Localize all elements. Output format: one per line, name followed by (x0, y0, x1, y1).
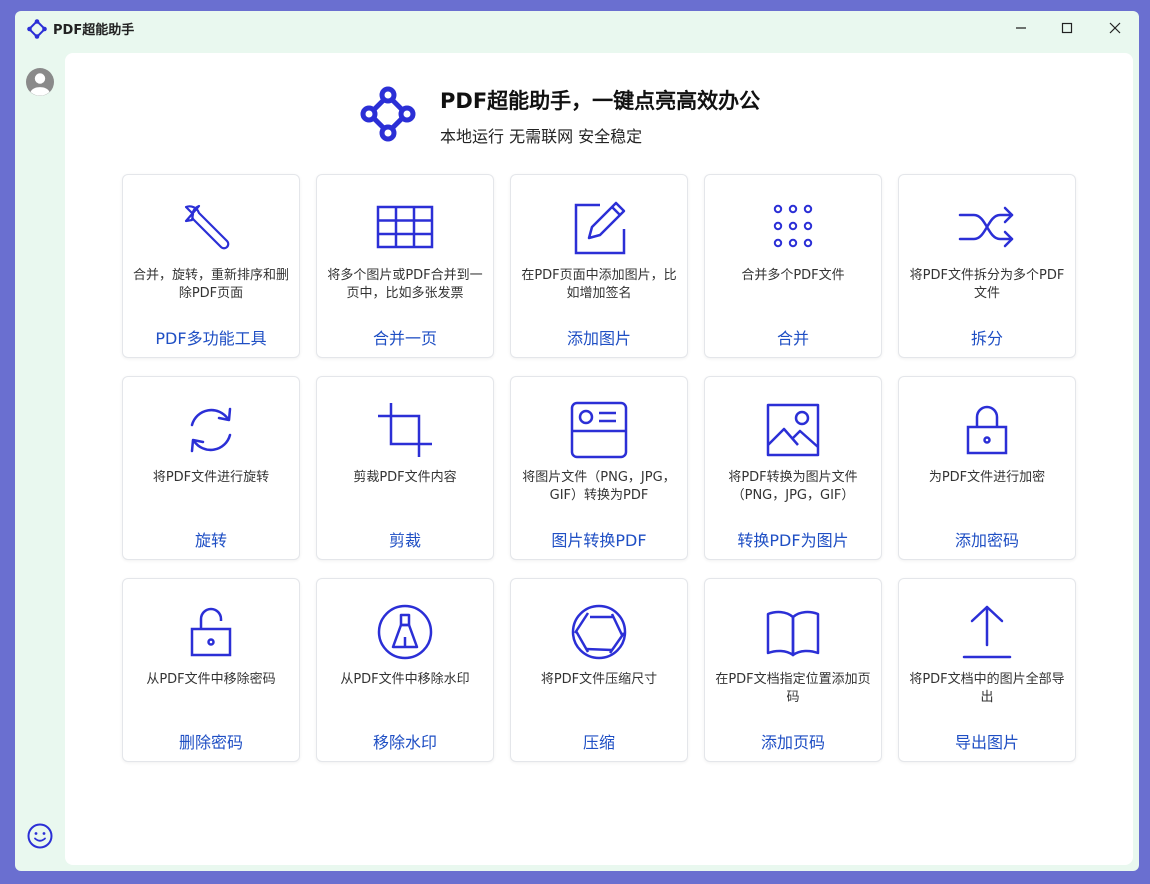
maximize-button[interactable] (1044, 11, 1090, 45)
user-avatar-icon[interactable] (25, 67, 55, 97)
dots-grid-icon (764, 199, 822, 257)
upload-icon (958, 603, 1016, 661)
tool-card-add-password[interactable]: 为PDF文件进行加密 添加密码 (898, 376, 1076, 560)
card-title: 旋转 (194, 531, 227, 550)
lock-icon (958, 401, 1016, 459)
shuffle-icon (958, 199, 1016, 257)
card-title: 添加图片 (566, 329, 631, 348)
main-panel: PDF超能助手，一键点亮高效办公 本地运行 无需联网 安全稳定 合并，旋转，重新… (65, 53, 1133, 865)
maximize-icon (1061, 22, 1073, 34)
tool-card-add-image[interactable]: 在PDF页面中添加图片，比如增加签名 添加图片 (510, 174, 688, 358)
tool-card-merge-one-page[interactable]: 将多个图片或PDF合并到一页中，比如多张发票 合并一页 (316, 174, 494, 358)
eraser-icon (376, 603, 434, 661)
card-description: 将PDF文件拆分为多个PDF文件 (909, 268, 1065, 301)
card-title: 合并 (776, 329, 809, 348)
card-title: 导出图片 (954, 733, 1019, 752)
tool-card-rotate[interactable]: 将PDF文件进行旋转 旋转 (122, 376, 300, 560)
tool-card-compress[interactable]: 将PDF文件压缩尺寸 压缩 (510, 578, 688, 762)
card-title: 删除密码 (178, 733, 243, 752)
card-title: 合并一页 (372, 329, 437, 348)
tool-card-crop[interactable]: 剪裁PDF文件内容 剪裁 (316, 376, 494, 560)
minimize-button[interactable] (998, 11, 1044, 45)
card-description: 合并，旋转，重新排序和删除PDF页面 (132, 268, 289, 301)
smiley-feedback-icon[interactable] (27, 823, 53, 849)
minimize-icon (1016, 27, 1026, 29)
tool-card-image-to-pdf[interactable]: 将图片文件（PNG，JPG，GIF）转换为PDF 图片转换PDF (510, 376, 688, 560)
tool-card-remove-password[interactable]: 从PDF文件中移除密码 删除密码 (122, 578, 300, 762)
hero-subtitle: 本地运行 无需联网 安全稳定 (440, 127, 643, 146)
card-description: 将图片文件（PNG，JPG，GIF）转换为PDF (522, 470, 676, 503)
card-description: 从PDF文件中移除水印 (340, 672, 470, 687)
card-title: 拆分 (970, 329, 1003, 348)
card-description: 合并多个PDF文件 (741, 268, 845, 283)
crop-icon (376, 401, 434, 459)
tool-grid: 合并，旋转，重新排序和删除PDF页面 PDF多功能工具 将多个图片或PDF合并到… (122, 174, 1076, 762)
close-button[interactable] (1092, 11, 1138, 45)
app-window: PDF超能助手 PDF超能助手，一键点亮高效办公 本地运行 无需联网 安全稳定 … (15, 11, 1139, 871)
tool-card-add-page-number[interactable]: 在PDF文档指定位置添加页码 添加页码 (704, 578, 882, 762)
card-title: 压缩 (582, 733, 615, 752)
close-icon (1109, 22, 1121, 34)
hero-logo-icon (360, 86, 416, 142)
card-description: 将PDF转换为图片文件（PNG，JPG，GIF） (728, 470, 858, 503)
card-description: 剪裁PDF文件内容 (353, 470, 457, 485)
card-title: PDF多功能工具 (155, 329, 267, 348)
tool-card-merge[interactable]: 合并多个PDF文件 合并 (704, 174, 882, 358)
card-description: 将PDF文件压缩尺寸 (540, 672, 658, 687)
card-title: 移除水印 (372, 733, 437, 752)
tool-card-export-images[interactable]: 将PDF文档中的图片全部导出 导出图片 (898, 578, 1076, 762)
card-title: 剪裁 (388, 531, 421, 550)
card-title: 添加密码 (954, 531, 1019, 550)
card-description: 将PDF文档中的图片全部导出 (909, 672, 1065, 705)
card-description: 将PDF文件进行旋转 (152, 470, 270, 485)
hero-title: PDF超能助手，一键点亮高效办公 (440, 89, 761, 113)
sidebar (15, 45, 65, 871)
image-card-icon (570, 401, 628, 459)
card-description: 为PDF文件进行加密 (928, 470, 1046, 485)
card-description: 从PDF文件中移除密码 (146, 672, 276, 687)
tool-card-split[interactable]: 将PDF文件拆分为多个PDF文件 拆分 (898, 174, 1076, 358)
wrench-icon (182, 199, 240, 257)
app-logo-icon (27, 19, 47, 39)
card-title: 图片转换PDF (551, 531, 647, 550)
card-title: 转换PDF为图片 (737, 531, 849, 550)
unlock-icon (182, 603, 240, 661)
card-title: 添加页码 (760, 733, 825, 752)
rotate-icon (182, 401, 240, 459)
table-icon (376, 199, 434, 257)
aperture-icon (570, 603, 628, 661)
title-bar: PDF超能助手 (15, 11, 1139, 45)
app-title: PDF超能助手 (53, 23, 135, 38)
card-description: 在PDF文档指定位置添加页码 (715, 672, 871, 705)
card-description: 将多个图片或PDF合并到一页中，比如多张发票 (327, 268, 483, 301)
edit-icon (570, 199, 628, 257)
tool-card-multi-tool[interactable]: 合并，旋转，重新排序和删除PDF页面 PDF多功能工具 (122, 174, 300, 358)
tool-card-pdf-to-image[interactable]: 将PDF转换为图片文件（PNG，JPG，GIF） 转换PDF为图片 (704, 376, 882, 560)
image-icon (764, 401, 822, 459)
book-icon (764, 603, 822, 661)
tool-card-remove-watermark[interactable]: 从PDF文件中移除水印 移除水印 (316, 578, 494, 762)
card-description: 在PDF页面中添加图片，比如增加签名 (521, 268, 677, 301)
